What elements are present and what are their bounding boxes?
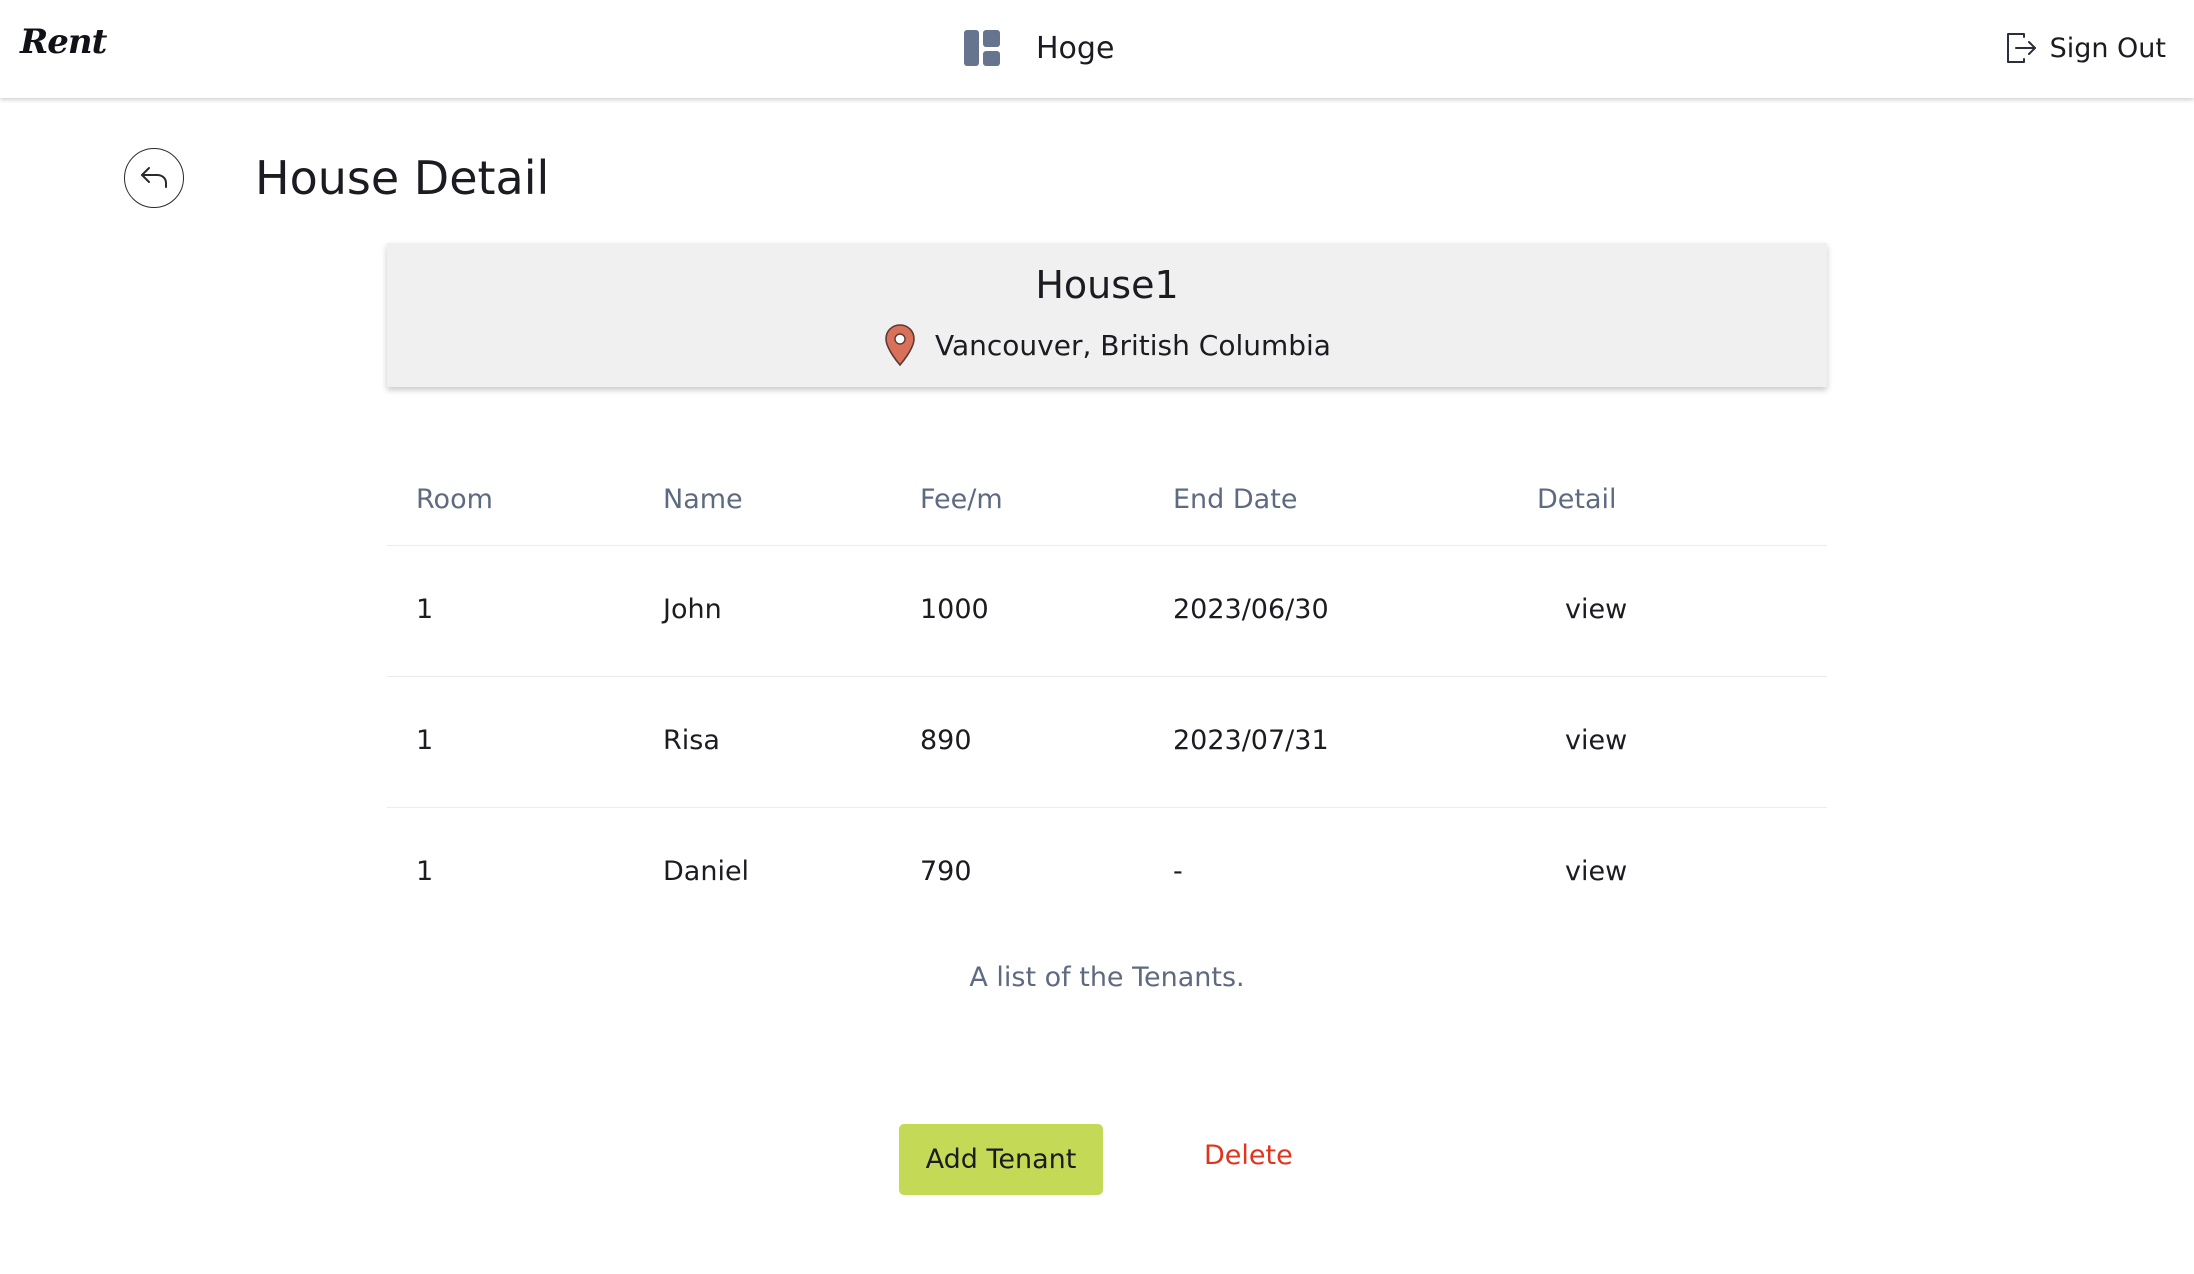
app-logo[interactable]: Rent bbox=[20, 22, 107, 62]
top-navbar: Rent Hoge Sign Out bbox=[0, 0, 2194, 98]
dashboard-icon bbox=[964, 30, 1000, 66]
cell-room: 1 bbox=[416, 856, 434, 887]
cell-fee: 890 bbox=[920, 725, 972, 756]
table-row: 1 John 1000 2023/06/30 view bbox=[387, 546, 1827, 677]
table-row: 1 Daniel 790 - view bbox=[387, 808, 1827, 939]
cell-room: 1 bbox=[416, 725, 434, 756]
user-name: Hoge bbox=[1036, 30, 1115, 66]
page-title: House Detail bbox=[255, 151, 550, 205]
cell-name: Daniel bbox=[663, 856, 750, 887]
cell-end-date: 2023/07/31 bbox=[1173, 725, 1329, 756]
cell-end-date: - bbox=[1173, 856, 1183, 887]
table-caption: A list of the Tenants. bbox=[969, 962, 1245, 993]
map-pin-icon bbox=[885, 324, 915, 367]
location-text: Vancouver, British Columbia bbox=[935, 328, 1331, 362]
sign-out-button[interactable]: Sign Out bbox=[2004, 28, 2166, 68]
table-header-row: Room Name Fee/m End Date Detail bbox=[387, 462, 1827, 546]
tenant-table: Room Name Fee/m End Date Detail 1 John 1… bbox=[387, 462, 1827, 939]
back-button[interactable] bbox=[124, 148, 184, 208]
cell-name: John bbox=[663, 594, 722, 625]
add-tenant-button[interactable]: Add Tenant bbox=[899, 1124, 1103, 1195]
header-fee: Fee/m bbox=[920, 484, 1003, 515]
view-link[interactable]: view bbox=[1565, 725, 1627, 756]
dashboard-link[interactable]: Hoge bbox=[962, 26, 1114, 70]
cell-room: 1 bbox=[416, 594, 434, 625]
house-summary-card: House1 Vancouver, British Columbia bbox=[387, 243, 1827, 387]
back-arrow-icon bbox=[141, 167, 167, 188]
cell-fee: 1000 bbox=[920, 594, 989, 625]
header-name: Name bbox=[663, 484, 743, 515]
header-end-date: End Date bbox=[1173, 484, 1298, 515]
delete-button[interactable]: Delete bbox=[1204, 1140, 1293, 1171]
cell-fee: 790 bbox=[920, 856, 972, 887]
house-location: Vancouver, British Columbia bbox=[387, 323, 1827, 367]
view-link[interactable]: view bbox=[1565, 856, 1627, 887]
table-row: 1 Risa 890 2023/07/31 view bbox=[387, 677, 1827, 808]
sign-out-label: Sign Out bbox=[2049, 32, 2166, 64]
cell-end-date: 2023/06/30 bbox=[1173, 594, 1329, 625]
house-name: House1 bbox=[1035, 263, 1179, 307]
header-room: Room bbox=[416, 484, 493, 515]
cell-name: Risa bbox=[663, 725, 720, 756]
logout-icon bbox=[2006, 33, 2036, 63]
header-detail: Detail bbox=[1537, 484, 1617, 515]
view-link[interactable]: view bbox=[1565, 594, 1627, 625]
